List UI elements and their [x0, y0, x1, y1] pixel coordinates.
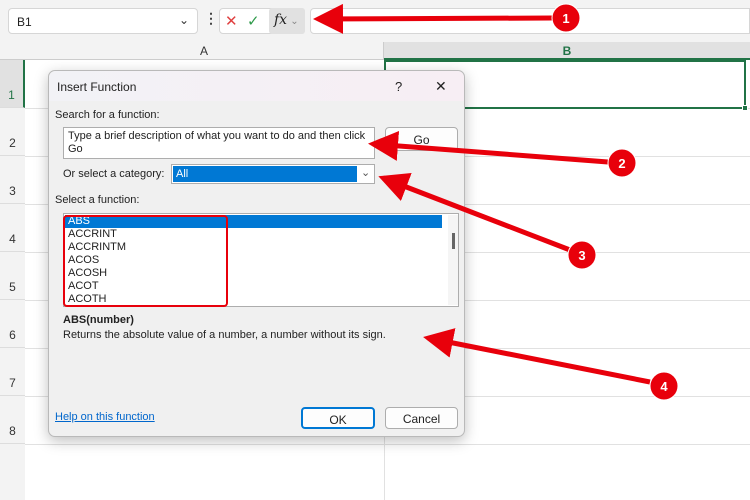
annotation-number: 3: [578, 248, 585, 263]
annotation-number: 2: [618, 156, 625, 171]
annotation-arrow-2: [368, 130, 609, 165]
annotation-overlay: 1 2 3 4: [313, 3, 679, 401]
annotation-arrow-4: [423, 328, 651, 385]
annotation-arrow-1: [313, 3, 553, 34]
annotation-number: 1: [562, 11, 569, 26]
annotation-arrow-3: [378, 172, 571, 253]
annotation-number: 4: [660, 379, 668, 394]
